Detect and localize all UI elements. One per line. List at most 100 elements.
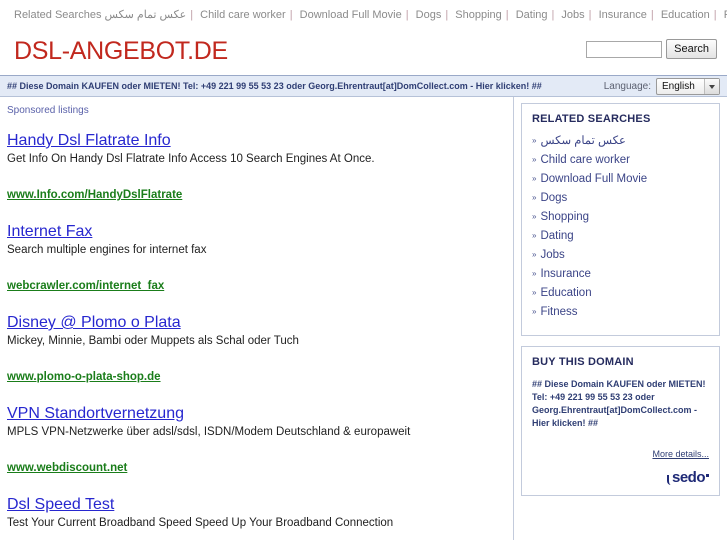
- related-search-label: Dating: [540, 230, 574, 242]
- domain-banner-bar: ## Diese Domain KAUFEN oder MIETEN! Tel:…: [0, 75, 727, 97]
- top-nav-item-7[interactable]: Insurance: [599, 9, 647, 21]
- related-search-label: Education: [540, 287, 592, 299]
- top-nav-item-8[interactable]: Education: [661, 9, 710, 21]
- top-nav-separator: |: [505, 9, 509, 21]
- sponsored-listings-column: Sponsored listings Handy Dsl Flatrate In…: [0, 97, 514, 540]
- related-search-label: عكس تمام سكس: [540, 135, 626, 147]
- more-details-row: More details...: [532, 444, 709, 462]
- top-nav-item-0[interactable]: عكس تمام سكس: [105, 9, 187, 21]
- domain-banner-link[interactable]: ## Diese Domain KAUFEN oder MIETEN! Tel:…: [7, 81, 542, 91]
- sedo-dot-icon: [706, 474, 709, 477]
- related-search-item-2[interactable]: » Download Full Movie: [532, 173, 709, 186]
- ad-url-link[interactable]: webcrawler.com/internet_fax: [7, 280, 164, 292]
- related-search-item-6[interactable]: » Jobs: [532, 249, 709, 262]
- site-logo: DSL-ANGEBOT.DE: [14, 37, 228, 65]
- top-nav-item-4[interactable]: Shopping: [455, 9, 502, 21]
- top-nav-separator: |: [405, 9, 409, 21]
- related-search-label: Fitness: [540, 306, 578, 318]
- ad-listing: Internet Fax Search multiple engines for …: [7, 223, 513, 294]
- top-nav-item-5[interactable]: Dating: [516, 9, 548, 21]
- ad-title-link[interactable]: Dsl Speed Test: [7, 496, 114, 514]
- related-searches-box: RELATED SEARCHES » عكس تمام سكس» Child car…: [521, 103, 720, 336]
- search-input[interactable]: [586, 40, 663, 58]
- arrow-bullet-icon: »: [532, 174, 537, 183]
- more-details-link[interactable]: More details...: [652, 449, 709, 459]
- sedo-row: sedo: [532, 470, 709, 485]
- buy-this-domain-box: BUY THIS DOMAIN ## Diese Domain KAUFEN o…: [521, 346, 720, 496]
- arrow-bullet-icon: »: [532, 193, 537, 202]
- related-search-item-8[interactable]: » Education: [532, 287, 709, 300]
- top-nav-separator: |: [289, 9, 293, 21]
- arrow-bullet-icon: »: [532, 231, 537, 240]
- language-select-value: English: [662, 81, 695, 92]
- ad-listing: Disney @ Plomo o Plata Mickey, Minnie, Ba…: [7, 314, 513, 385]
- related-search-item-3[interactable]: » Dogs: [532, 192, 709, 205]
- main-region: Sponsored listings Handy Dsl Flatrate In…: [0, 97, 727, 540]
- search-area: Search: [586, 39, 717, 59]
- top-nav-separator: |: [588, 9, 592, 21]
- ad-description: Test Your Current Broadband Speed Speed …: [7, 517, 394, 529]
- language-select[interactable]: English: [656, 78, 720, 95]
- site-header: DSL-ANGEBOT.DE Search: [0, 33, 727, 75]
- related-search-label: Child care worker: [540, 154, 630, 166]
- top-nav-item-3[interactable]: Dogs: [416, 9, 442, 21]
- related-search-label: Dogs: [540, 192, 568, 204]
- ad-title-link[interactable]: Disney @ Plomo o Plata: [7, 314, 181, 332]
- sponsored-listings-label: Sponsored listings: [7, 105, 89, 116]
- top-nav-item-2[interactable]: Download Full Movie: [300, 9, 402, 21]
- ad-listing: VPN Standortvernetzung MPLS VPN-Netzwerke…: [7, 405, 513, 476]
- top-nav-links: عكس تمام سكس | Child care worker | Downloa…: [105, 9, 727, 21]
- sedo-logo-text: sedo: [671, 469, 706, 486]
- related-search-label: Shopping: [540, 211, 590, 223]
- ad-description: Get Info On Handy Dsl Flatrate Info Acce…: [7, 153, 375, 165]
- top-nav-item-1[interactable]: Child care worker: [200, 9, 286, 21]
- sidebar: RELATED SEARCHES » عكس تمام سكس» Child car…: [514, 97, 727, 540]
- top-nav-separator: |: [713, 9, 717, 21]
- ad-listing: Dsl Speed Test Test Your Current Broadban…: [7, 496, 513, 545]
- related-search-item-7[interactable]: » Insurance: [532, 268, 709, 281]
- ad-description: MPLS VPN-Netzwerke über adsl/sdsl, ISDN/…: [7, 426, 411, 438]
- related-search-item-4[interactable]: » Shopping: [532, 211, 709, 224]
- arrow-bullet-icon: »: [532, 307, 537, 316]
- ad-title-link[interactable]: Internet Fax: [7, 223, 92, 241]
- related-search-item-1[interactable]: » Child care worker: [532, 154, 709, 167]
- related-search-label: Jobs: [540, 249, 565, 261]
- related-search-item-5[interactable]: » Dating: [532, 230, 709, 243]
- top-navigation-bar: Related Searches عكس تمام سكس | Child car…: [0, 0, 727, 33]
- search-button[interactable]: Search: [666, 39, 717, 59]
- ad-listing: Handy Dsl Flatrate Info Get Info On Handy…: [7, 132, 513, 203]
- related-searches-title: RELATED SEARCHES: [532, 113, 651, 125]
- ad-url-link[interactable]: www.Info.com/HandyDslFlatrate: [7, 189, 182, 201]
- ad-url-link[interactable]: www.webdiscount.net: [7, 462, 127, 474]
- ad-description: Search multiple engines for internet fax: [7, 244, 207, 256]
- chevron-down-icon[interactable]: [704, 79, 719, 94]
- arrow-bullet-icon: »: [532, 136, 537, 145]
- ad-title-link[interactable]: VPN Standortvernetzung: [7, 405, 184, 423]
- ad-url-link[interactable]: www.plomo-o-plata-shop.de: [7, 371, 161, 383]
- sedo-mark-icon: [666, 473, 671, 485]
- language-area: Language: English: [604, 78, 720, 95]
- top-nav-separator: |: [551, 9, 555, 21]
- arrow-bullet-icon: »: [532, 155, 537, 164]
- top-nav-label: Related Searches: [14, 9, 102, 21]
- ad-description: Mickey, Minnie, Bambi oder Muppets als S…: [7, 335, 299, 347]
- related-search-item-9[interactable]: » Fitness: [532, 306, 709, 319]
- top-nav-item-6[interactable]: Jobs: [561, 9, 584, 21]
- top-nav-separator: |: [190, 9, 194, 21]
- top-nav-separator: |: [650, 9, 654, 21]
- arrow-bullet-icon: »: [532, 269, 537, 278]
- sedo-logo[interactable]: sedo: [666, 470, 709, 485]
- related-search-label: Insurance: [540, 268, 591, 280]
- buy-this-domain-title: BUY THIS DOMAIN: [532, 356, 634, 368]
- arrow-bullet-icon: »: [532, 250, 537, 259]
- ad-title-link[interactable]: Handy Dsl Flatrate Info: [7, 132, 171, 150]
- related-searches-list: » عكس تمام سكس» Child care worker» Download…: [532, 135, 709, 319]
- buy-this-domain-text: ## Diese Domain KAUFEN oder MIETEN! Tel:…: [532, 379, 706, 428]
- related-search-item-0[interactable]: » عكس تمام سكس: [532, 135, 709, 148]
- top-nav-separator: |: [445, 9, 449, 21]
- language-label: Language:: [603, 81, 651, 92]
- related-search-label: Download Full Movie: [540, 173, 648, 185]
- ads-container: Handy Dsl Flatrate Info Get Info On Handy…: [7, 132, 513, 545]
- arrow-bullet-icon: »: [532, 288, 537, 297]
- arrow-bullet-icon: »: [532, 212, 537, 221]
